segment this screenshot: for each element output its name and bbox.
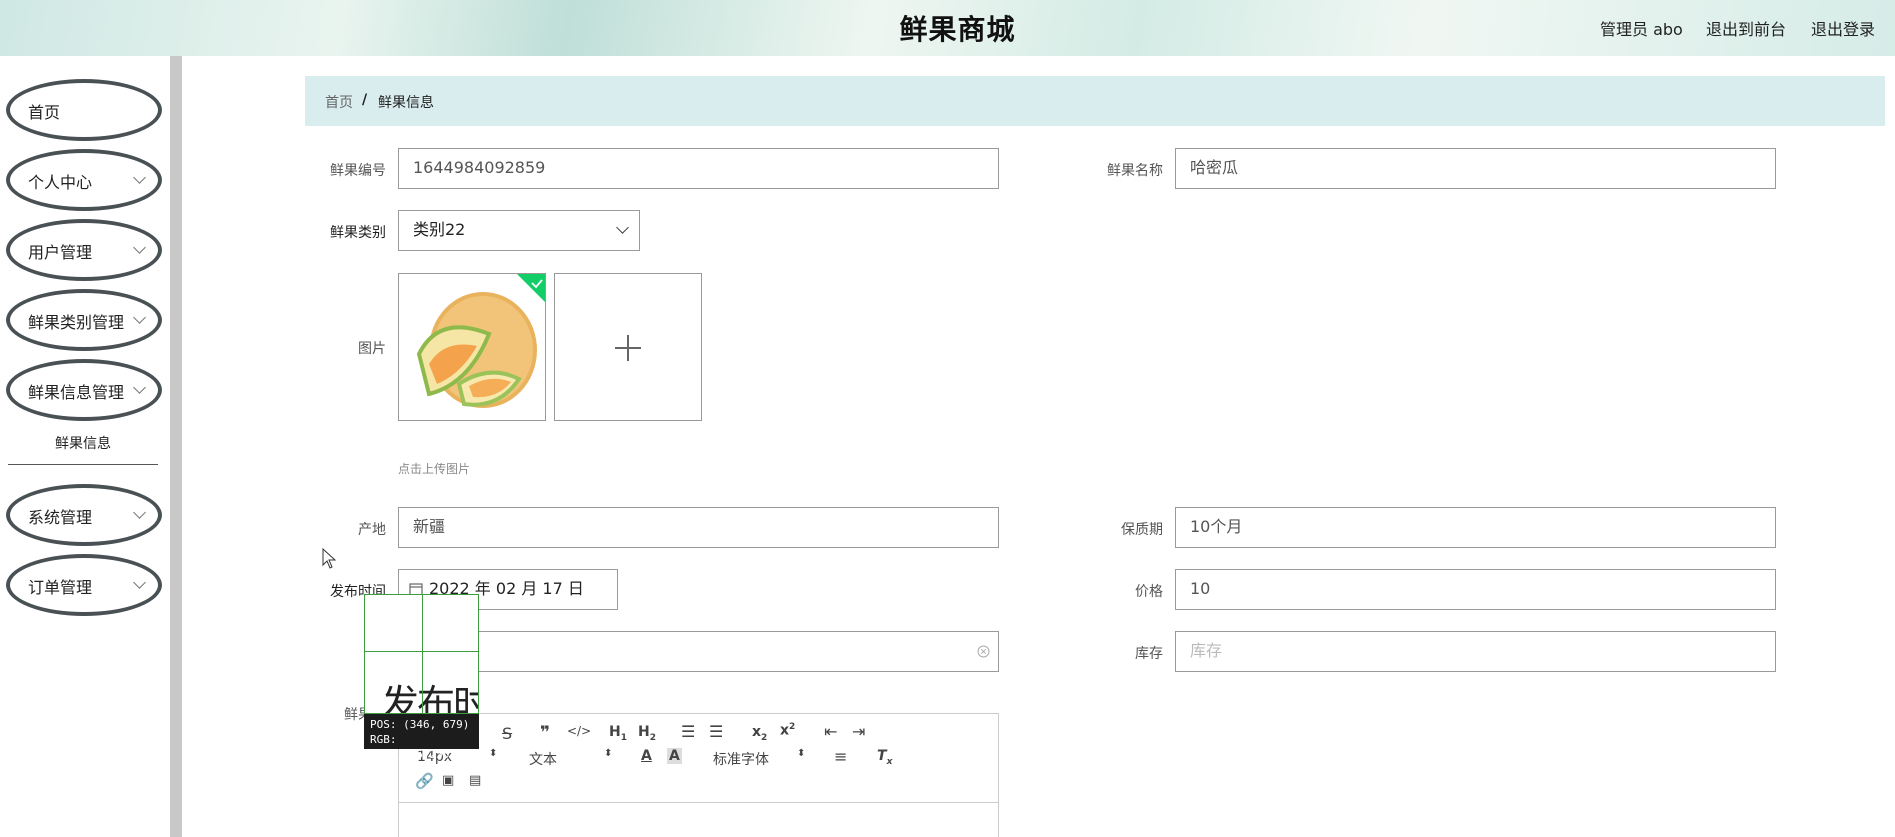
name-label: 鲜果名称	[1107, 163, 1163, 179]
sidebar-item-fruit-info-management[interactable]: 鲜果信息管理	[6, 359, 162, 421]
chevron-down-icon	[133, 506, 146, 519]
blockquote-button[interactable]: ❞	[540, 723, 550, 743]
melon-image	[399, 274, 545, 420]
top-header: 鲜果商城 管理员 abo 退出到前台 退出登录	[0, 0, 1895, 56]
sidebar-item-label: 系统管理	[28, 508, 93, 527]
logout-link[interactable]: 退出登录	[1811, 16, 1875, 40]
stock-label: 库存	[1135, 646, 1163, 662]
chevron-updown-icon: ⬍	[489, 748, 498, 759]
align-button[interactable]: ≡	[834, 747, 847, 766]
chevron-updown-icon: ⬍	[604, 748, 613, 759]
sidebar-item-user-management[interactable]: 用户管理	[6, 219, 162, 281]
editor-content-area[interactable]	[398, 803, 999, 837]
superscript-button[interactable]: x2	[780, 722, 795, 739]
chevron-down-icon	[133, 171, 146, 184]
editor-toolbar: S ❞ </> H1 H2 ☰ ☰ x2 x2 ⇤ ⇥ 14px ⬍ 文本 ⬍ …	[398, 713, 999, 803]
category-label: 鲜果类别	[330, 225, 386, 241]
clear-icon[interactable]	[977, 645, 990, 658]
plus-icon	[615, 335, 641, 361]
pos-label: POS:	[370, 718, 397, 731]
origin-label: 产地	[358, 522, 386, 538]
category-select-value: 类别22	[413, 220, 466, 239]
price-label: 价格	[1135, 584, 1163, 600]
h1-button[interactable]: H1	[609, 724, 627, 743]
chevron-down-icon	[133, 576, 146, 589]
text-style-select[interactable]: 文本	[529, 749, 557, 769]
clear-format-button[interactable]: Tx	[877, 748, 892, 767]
code-block-button[interactable]: </>	[567, 724, 591, 738]
sidebar-item-home[interactable]: 首页	[6, 79, 162, 141]
breadcrumb-current: 鲜果信息	[378, 95, 434, 111]
sidebar-item-label: 用户管理	[28, 243, 93, 262]
sidebar-item-order-management[interactable]: 订单管理	[6, 554, 162, 616]
video-icon[interactable]: ▤	[469, 773, 481, 788]
screen-magnifier: 发布时	[364, 594, 479, 714]
category-select[interactable]: 类别22	[398, 210, 640, 251]
pos-value: (346, 679)	[403, 718, 470, 731]
sidebar-item-system-management[interactable]: 系统管理	[6, 484, 162, 546]
chevron-down-icon	[616, 221, 629, 234]
name-input[interactable]: 哈密瓜	[1175, 148, 1776, 189]
sidebar-item-label: 订单管理	[28, 578, 93, 597]
font-family-select[interactable]: 标准字体	[713, 749, 769, 769]
sidebar-item-label: 鲜果类别管理	[28, 313, 125, 332]
bullet-list-button[interactable]: ☰	[709, 722, 723, 741]
chevron-down-icon	[133, 241, 146, 254]
outdent-button[interactable]: ⇤	[824, 722, 837, 741]
image-label: 图片	[358, 341, 386, 357]
sidebar-item-personal-center[interactable]: 个人中心	[6, 149, 162, 211]
subscript-button[interactable]: x2	[752, 724, 767, 743]
chevron-down-icon	[133, 381, 146, 394]
code-label: 鲜果编号	[330, 163, 386, 179]
breadcrumb: 首页 / 鲜果信息	[305, 76, 1885, 126]
strike-button[interactable]: S	[502, 724, 512, 743]
stock-input[interactable]: 库存	[1175, 631, 1776, 672]
font-color-button[interactable]: A	[641, 748, 652, 764]
sidebar-subitem-fruit-info[interactable]: 鲜果信息	[8, 423, 158, 465]
sidebar-item-category-management[interactable]: 鲜果类别管理	[6, 289, 162, 351]
admin-user-label: 管理员 abo	[1600, 20, 1683, 39]
shelf-life-label: 保质期	[1121, 522, 1163, 538]
ordered-list-button[interactable]: ☰	[681, 722, 695, 741]
mouse-cursor-icon	[322, 548, 336, 569]
uploaded-image-thumbnail[interactable]	[398, 273, 546, 421]
magnifier-info: POS: (346, 679) RGB: (255,255,255)	[364, 714, 479, 761]
rgb-value: (255,255,255)	[370, 748, 457, 761]
shelf-life-input[interactable]: 10个月	[1175, 507, 1776, 548]
partial-input[interactable]	[398, 631, 999, 672]
h2-button[interactable]: H2	[638, 724, 656, 743]
rgb-label: RGB:	[370, 733, 397, 746]
sidebar-scrollbar[interactable]	[170, 56, 182, 837]
breadcrumb-home[interactable]: 首页	[325, 92, 353, 112]
sidebar-item-label: 首页	[28, 103, 61, 122]
sidebar-item-label: 个人中心	[28, 173, 93, 192]
code-input[interactable]: 1644984092859	[398, 148, 999, 189]
sidebar-item-label: 鲜果信息管理	[28, 383, 125, 402]
back-to-front-link[interactable]: 退出到前台	[1706, 16, 1786, 40]
magnifier-zoom-text: 发布时	[381, 682, 479, 714]
price-input[interactable]: 10	[1175, 569, 1776, 610]
link-icon[interactable]: 🔗	[415, 772, 434, 790]
image-icon[interactable]: ▣	[442, 773, 454, 788]
upload-hint: 点击上传图片	[398, 462, 471, 476]
upload-image-button[interactable]	[554, 273, 702, 421]
origin-input[interactable]: 新疆	[398, 507, 999, 548]
breadcrumb-separator: /	[362, 92, 368, 108]
chevron-down-icon	[133, 311, 146, 324]
chevron-updown-icon: ⬍	[797, 748, 806, 759]
background-color-button[interactable]: A	[667, 748, 682, 764]
indent-button[interactable]: ⇥	[852, 722, 865, 741]
